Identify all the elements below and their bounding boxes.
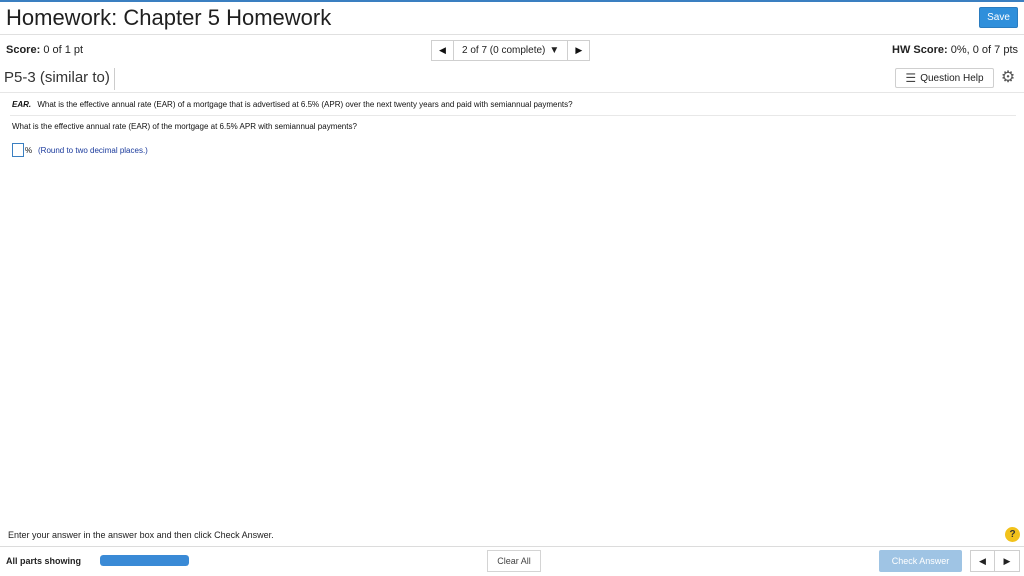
footer-instruction: Enter your answer in the answer box and … — [8, 530, 274, 540]
triangle-right-icon: ▶ — [1003, 556, 1011, 566]
question-tag: EAR. — [12, 100, 32, 109]
question-navigator: ◀ 2 of 7 (0 complete) ▼ ▶ — [431, 40, 591, 61]
top-accent-line — [0, 0, 1024, 2]
list-icon: ☰ — [905, 71, 917, 85]
question-text: EAR. What is the effective annual rate (… — [12, 100, 573, 109]
rounding-hint: (Round to two decimal places.) — [38, 146, 148, 155]
divider — [0, 34, 1024, 35]
page-title: Homework: Chapter 5 Homework — [6, 5, 332, 30]
triangle-right-icon: ▶ — [575, 45, 583, 55]
hw-score-display: HW Score: 0%, 0 of 7 pts — [892, 44, 1018, 56]
gear-icon[interactable]: ⚙ — [999, 68, 1017, 88]
triangle-left-icon: ◀ — [979, 556, 986, 566]
score-value: 0 of 1 pt — [43, 44, 84, 56]
hw-score-value: 0%, 0 of 7 pts — [950, 44, 1018, 56]
previous-question-button[interactable]: ◀ — [431, 40, 454, 61]
parts-showing-label: All parts showing — [6, 556, 82, 566]
divider — [0, 546, 1024, 547]
clear-all-button[interactable]: Clear All — [487, 550, 541, 572]
answer-input[interactable] — [12, 143, 24, 157]
hw-score-label: HW Score: — [892, 44, 948, 56]
help-icon[interactable]: ? — [1005, 527, 1020, 542]
parts-progress-bar — [100, 555, 189, 566]
problem-title: P5-3 (similar to) — [4, 68, 115, 90]
question-help-button[interactable]: ☰ Question Help — [895, 68, 994, 88]
question-select[interactable]: 2 of 7 (0 complete) ▼ — [454, 40, 568, 61]
save-button[interactable]: Save — [979, 7, 1018, 28]
caret-down-icon: ▼ — [549, 45, 560, 56]
subquestion-text: What is the effective annual rate (EAR) … — [12, 122, 357, 131]
previous-button[interactable]: ◀ — [970, 550, 995, 572]
progress-fill — [100, 555, 189, 566]
score-display: Score: 0 of 1 pt — [6, 44, 83, 56]
score-label: Score: — [6, 44, 41, 56]
percent-unit: % — [25, 146, 33, 155]
question-body: What is the effective annual rate (EAR) … — [37, 100, 573, 109]
question-position: 2 of 7 (0 complete) — [462, 45, 546, 56]
next-question-button[interactable]: ▶ — [567, 40, 591, 61]
triangle-left-icon: ◀ — [439, 45, 446, 55]
question-help-label: Question Help — [920, 72, 984, 84]
check-answer-button[interactable]: Check Answer — [879, 550, 962, 572]
divider — [0, 92, 1024, 93]
next-button[interactable]: ▶ — [995, 550, 1020, 572]
divider — [10, 115, 1016, 116]
